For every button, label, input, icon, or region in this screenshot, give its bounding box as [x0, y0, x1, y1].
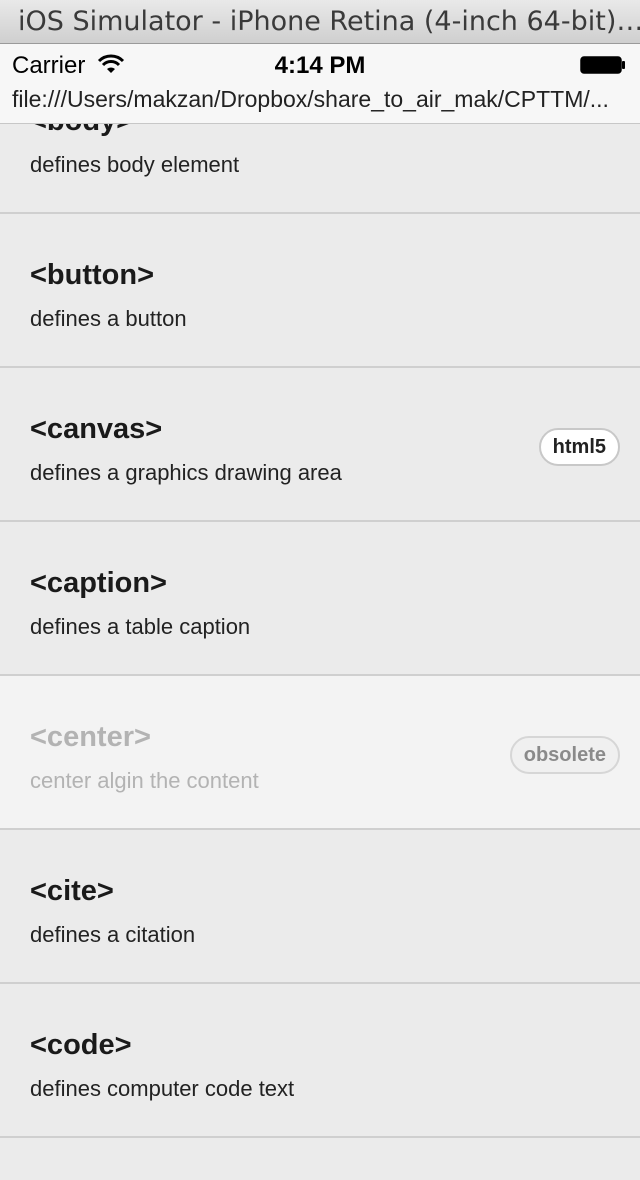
item-description: defines computer code text	[30, 1076, 295, 1101]
item-tag-name: <canvas>	[30, 413, 163, 445]
item-description: defines body element	[30, 152, 240, 177]
status-bar: Carrier 4:14 PM	[0, 44, 640, 84]
window-title: iOS Simulator - iPhone Retina (4-inch 64…	[0, 0, 640, 44]
list-item[interactable]: <canvas> defines a graphics drawing area h…	[0, 368, 640, 522]
item-tag-name: <body>	[30, 124, 133, 138]
item-description: defines a citation	[30, 922, 196, 947]
tag-list-content: <body> defines body element <button> define…	[0, 124, 640, 1138]
list-item[interactable]: <cite> defines a citation	[0, 830, 640, 984]
list-item[interactable]: <code> defines computer code text	[0, 984, 640, 1138]
item-tag-name: <cite>	[30, 875, 114, 907]
item-description: defines a table caption	[30, 614, 251, 639]
item-description: center algin the content	[30, 768, 259, 793]
list-item[interactable]: <caption> defines a table caption	[0, 522, 640, 676]
item-tag-name: <button>	[30, 259, 155, 291]
battery-icon	[580, 56, 625, 74]
item-description: defines a button	[30, 306, 187, 331]
status-badge: obsolete	[509, 736, 620, 774]
address-bar[interactable]: file:///Users/makzan/Dropbox/share_to_ai…	[0, 84, 640, 124]
status-time: 4:14 PM	[274, 52, 366, 79]
item-tag-name: <code>	[30, 1029, 132, 1061]
list-item[interactable]: <body> defines body element	[0, 124, 640, 214]
list-item[interactable]: <center> center algin the content obsolete	[0, 676, 640, 830]
item-description: defines a graphics drawing area	[30, 460, 342, 485]
item-tag-name: <center>	[30, 721, 151, 753]
list-item[interactable]: <button> defines a button	[0, 214, 640, 368]
status-badge: html5	[538, 428, 620, 466]
item-tag-name: <caption>	[30, 567, 167, 599]
tag-list[interactable]: <body> defines body element <button> define…	[0, 124, 640, 1180]
